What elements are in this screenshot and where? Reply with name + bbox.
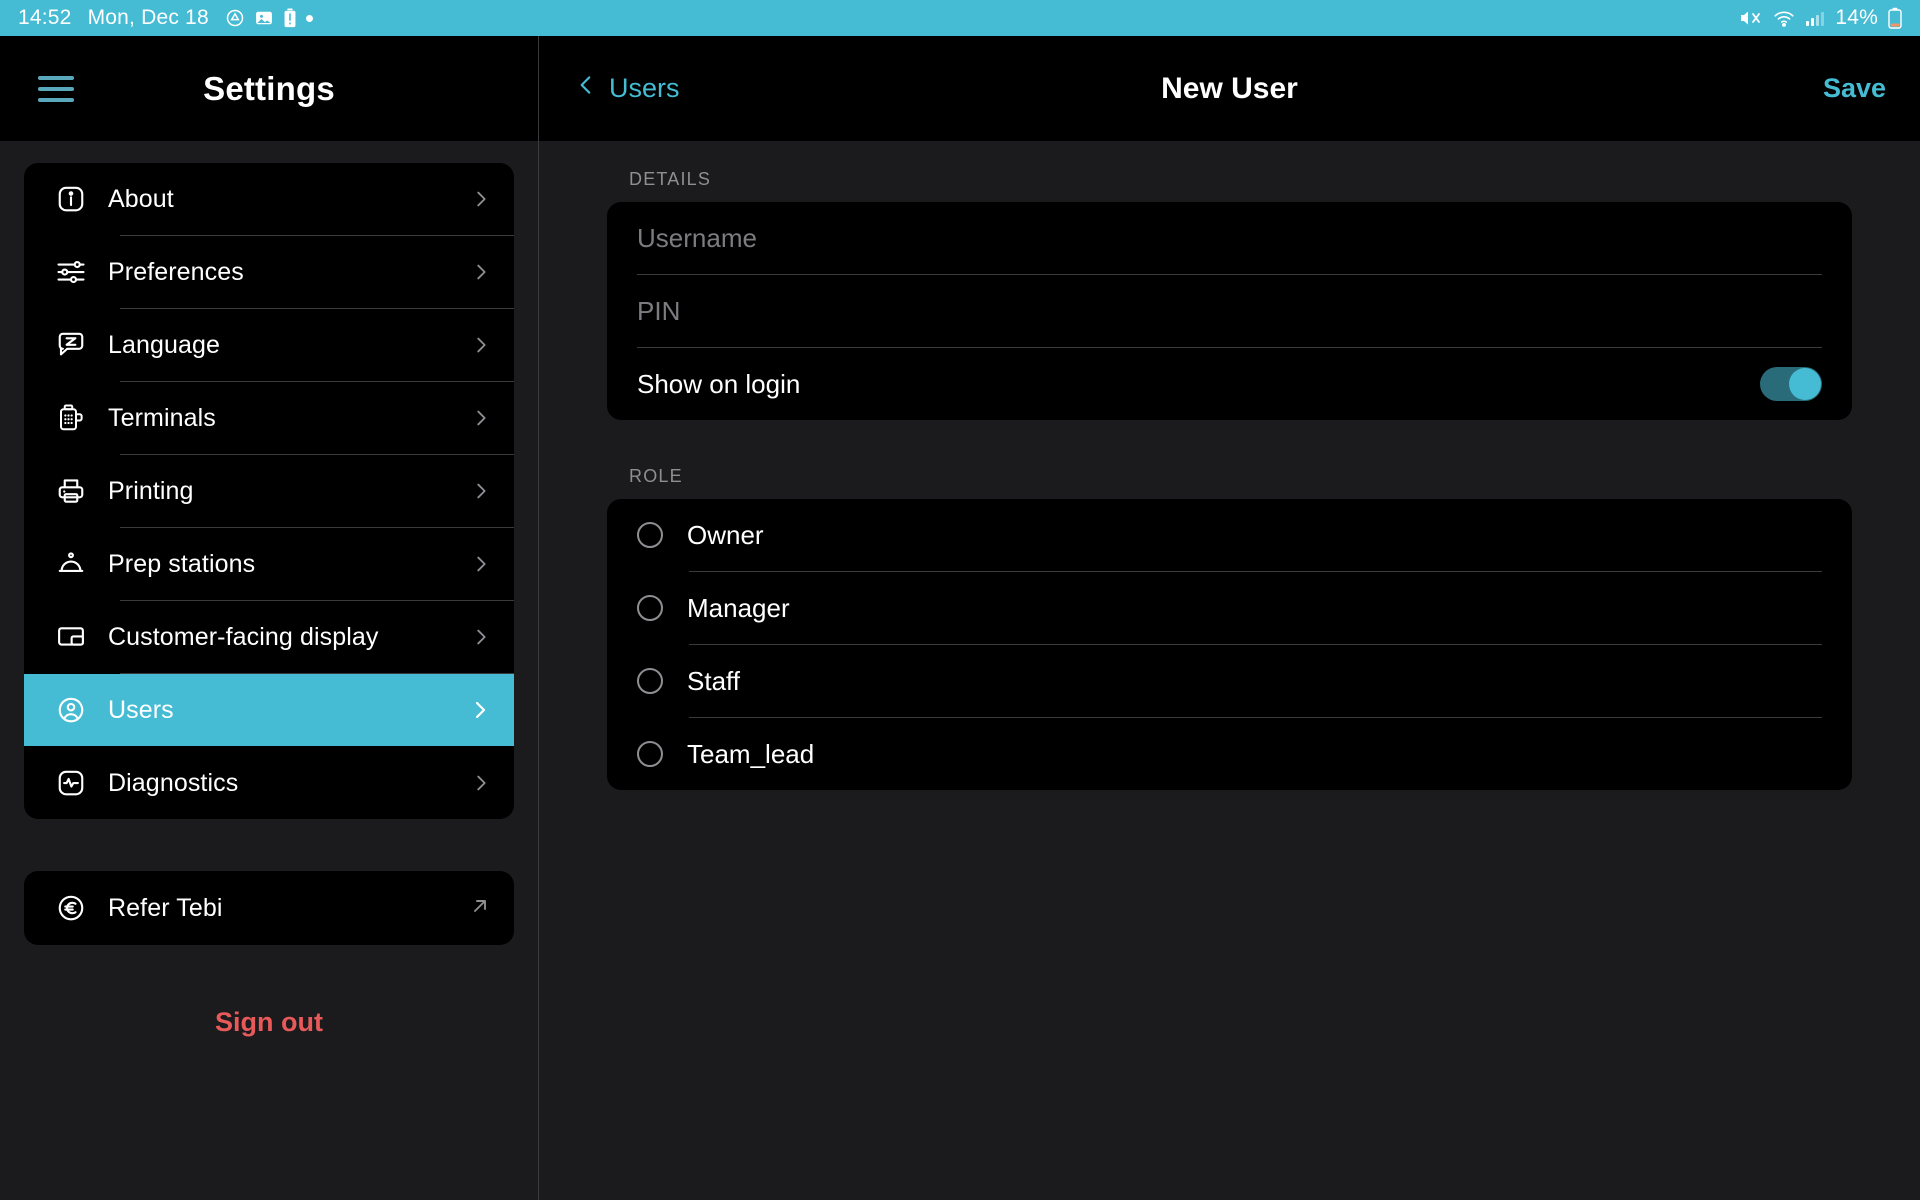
cloche-icon [50, 549, 92, 579]
details-section: DETAILS Show on login [539, 169, 1920, 420]
sidebar-item-customer-facing-display[interactable]: Customer-facing display [24, 601, 514, 673]
photo-icon [254, 8, 274, 28]
sign-out-button[interactable]: Sign out [24, 1007, 514, 1038]
username-input[interactable] [637, 202, 1822, 274]
chevron-right-icon [470, 188, 492, 210]
role-option-label: Manager [687, 592, 790, 623]
battery-icon [1888, 7, 1902, 29]
role-option-label: Staff [687, 665, 741, 696]
pin-input[interactable] [637, 275, 1822, 347]
sidebar-item-preferences[interactable]: Preferences [24, 236, 514, 308]
chevron-right-icon [470, 261, 492, 283]
mute-icon [1739, 8, 1763, 28]
sidebar-nav-card: About Preferences Language Terminals Pri… [24, 163, 514, 819]
role-option-owner[interactable]: Owner [607, 499, 1852, 571]
role-section-label: ROLE [629, 466, 683, 486]
role-option-staff[interactable]: Staff [607, 645, 1852, 717]
sidebar-item-label: Terminals [108, 403, 216, 432]
sidebar-item-prep-stations[interactable]: Prep stations [24, 528, 514, 600]
role-card: Owner Manager Staff Team_lead [607, 499, 1852, 790]
external-link-icon [468, 894, 492, 923]
printer-icon [50, 476, 92, 506]
hamburger-icon[interactable] [38, 75, 74, 102]
chevron-right-icon [470, 772, 492, 794]
euro-circle-icon [50, 893, 92, 923]
wifi-icon [1773, 8, 1795, 28]
sliders-icon [50, 257, 92, 287]
status-date: Mon, Dec 18 [87, 6, 209, 29]
toggle-knob [1789, 368, 1821, 400]
role-option-label: Team_lead [687, 738, 815, 769]
sidebar-item-printing[interactable]: Printing [24, 455, 514, 527]
page-title: New User [1161, 71, 1298, 105]
chevron-right-icon [470, 334, 492, 356]
sidebar-item-label: Prep stations [108, 549, 256, 578]
translate-icon [50, 330, 92, 360]
refer-card: Refer Tebi [24, 871, 514, 945]
status-time: 14:52 [18, 6, 72, 29]
body-split: Settings About Preferences Language Term… [0, 36, 1920, 1200]
dot-icon [305, 14, 313, 22]
save-button[interactable]: Save [1823, 73, 1886, 104]
sidebar-header: Settings [0, 36, 538, 141]
battery-percent: 14% [1835, 6, 1878, 29]
chevron-right-icon [470, 626, 492, 648]
sidebar-scroll: About Preferences Language Terminals Pri… [0, 141, 538, 1200]
user-circle-icon [50, 695, 92, 725]
pulse-icon [50, 768, 92, 798]
show-on-login-toggle[interactable] [1760, 367, 1822, 401]
radio-icon[interactable] [637, 522, 663, 548]
role-section: ROLE Owner Manager Staff Team_lead [539, 466, 1920, 790]
sidebar-item-label: About [108, 184, 174, 213]
username-field-row[interactable] [607, 202, 1852, 274]
sidebar-item-label: Language [108, 330, 221, 359]
role-option-manager[interactable]: Manager [607, 572, 1852, 644]
chevron-right-icon [470, 407, 492, 429]
chevron-right-icon [468, 698, 492, 722]
status-notification-icons [225, 8, 313, 28]
radio-icon[interactable] [637, 668, 663, 694]
radio-icon[interactable] [637, 741, 663, 767]
chevron-right-icon [470, 480, 492, 502]
sidebar-item-label: Preferences [108, 257, 244, 286]
sidebar-item-terminals[interactable]: Terminals [24, 382, 514, 454]
show-on-login-label: Show on login [637, 368, 801, 399]
chevron-right-icon [470, 553, 492, 575]
battery-alert-icon [283, 8, 297, 28]
role-option-team-lead[interactable]: Team_lead [607, 718, 1852, 790]
refer-tebi-label: Refer Tebi [108, 893, 223, 922]
pin-field-row[interactable] [607, 275, 1852, 347]
status-bar: 14:52 Mon, Dec 18 14% [0, 0, 1920, 36]
sidebar-item-users[interactable]: Users [24, 674, 514, 746]
sidebar-item-diagnostics[interactable]: Diagnostics [24, 747, 514, 819]
back-label: Users [609, 73, 680, 103]
main-header: Users New User Save [539, 36, 1920, 141]
pos-terminal-icon [50, 403, 92, 433]
sidebar-item-label: Printing [108, 476, 194, 505]
main-body: DETAILS Show on login [539, 141, 1920, 1200]
main-panel: Users New User Save DETAILS Username PIN… [539, 36, 1920, 1200]
chevron-left-icon [573, 72, 599, 105]
sidebar-item-label: Customer-facing display [108, 622, 379, 651]
refer-tebi-button[interactable]: Refer Tebi [24, 871, 514, 945]
sidebar-title: Settings [203, 69, 335, 107]
app-root: 14:52 Mon, Dec 18 14% Settings About Pre… [0, 0, 1920, 1200]
radio-icon[interactable] [637, 595, 663, 621]
back-to-users-button[interactable]: Users [573, 72, 680, 105]
status-bar-right: 14% [1739, 6, 1902, 30]
role-option-label: Owner [687, 519, 764, 550]
details-card: Show on login [607, 202, 1852, 420]
sidebar: Settings About Preferences Language Term… [0, 36, 539, 1200]
status-bar-left: 14:52 Mon, Dec 18 [18, 6, 313, 30]
sidebar-item-label: Users [108, 695, 174, 724]
details-section-label: DETAILS [629, 169, 712, 189]
sidebar-item-label: Diagnostics [108, 768, 239, 797]
show-on-login-row[interactable]: Show on login [607, 348, 1852, 420]
sidebar-item-about[interactable]: About [24, 163, 514, 235]
display-icon [50, 622, 92, 652]
drive-icon [225, 8, 245, 28]
info-icon [50, 184, 92, 214]
sidebar-item-language[interactable]: Language [24, 309, 514, 381]
cellular-signal-icon [1805, 9, 1825, 27]
